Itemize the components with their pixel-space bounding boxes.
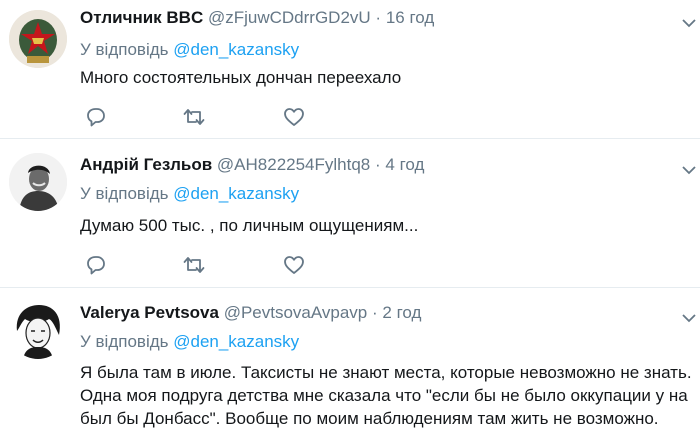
reply-context: У відповідь @den_kazansky [80,184,299,204]
heart-icon[interactable] [282,253,306,277]
timestamp[interactable]: 16 год [386,8,434,27]
tweet-text: Я была там в июле. Таксисты не знают мес… [80,361,700,430]
timestamp[interactable]: 2 год [382,303,421,322]
reply-prefix: У відповідь [80,40,169,59]
chevron-down-icon[interactable] [682,18,696,28]
tweet-text: Думаю 500 тыс. , по личным ощущениям... [80,214,418,237]
author-name[interactable]: Valerya Pevtsova [80,303,219,322]
avatar[interactable] [9,10,67,68]
reply-context: У відповідь @den_kazansky [80,40,299,60]
tweet-text-line: был бы Донбасс". Вообще по моим наблюден… [80,409,659,428]
reply-mention-link[interactable]: @den_kazansky [173,40,299,59]
tweet-text: Много состоятельных дончан переехало [80,66,401,89]
author-handle[interactable]: @zFjuwCDdrrGD2vU [208,8,371,27]
separator-dot: · [375,155,381,174]
tweet-text-line: Думаю 500 тыс. , по личным ощущениям... [80,216,419,235]
reply-icon[interactable] [84,253,108,277]
tweet-text-line: Одна моя подруга детства мне сказала что… [80,386,688,405]
reply-prefix: У відповідь [80,184,169,203]
heart-icon[interactable] [282,105,306,129]
author-name[interactable]: Отличник BBC [80,8,203,27]
avatar[interactable] [9,153,67,211]
separator-dot: · [372,303,378,322]
retweet-icon[interactable] [182,253,206,277]
tweet[interactable]: Отличник BBC @zFjuwCDdrrGD2vU · 16 год У… [0,0,700,135]
chevron-down-icon[interactable] [682,165,696,175]
divider [0,138,700,139]
reply-mention-link[interactable]: @den_kazansky [173,184,299,203]
reply-icon[interactable] [84,105,108,129]
tweet[interactable]: Valerya Pevtsova @PevtsovaAvpavp · 2 год… [0,288,700,445]
tweet-text-line: Я была там в июле. Таксисты не знают мес… [80,363,692,382]
reply-prefix: У відповідь [80,332,169,351]
author-handle[interactable]: @PevtsovaAvpavp [224,303,368,322]
separator-dot: · [375,8,382,27]
timestamp[interactable]: 4 год [385,155,424,174]
reply-context: У відповідь @den_kazansky [80,332,299,352]
reply-mention-link[interactable]: @den_kazansky [173,332,299,351]
author-name[interactable]: Андрій Гезльов [80,155,212,174]
author-handle[interactable]: @AH822254Fylhtq8 [217,155,370,174]
chevron-down-icon[interactable] [682,313,696,323]
retweet-icon[interactable] [182,105,206,129]
tweet-text-line: Много состоятельных дончан переехало [80,68,402,87]
avatar[interactable] [9,301,67,359]
tweet[interactable]: Андрій Гезльов @AH822254Fylhtq8 · 4 год … [0,140,700,288]
